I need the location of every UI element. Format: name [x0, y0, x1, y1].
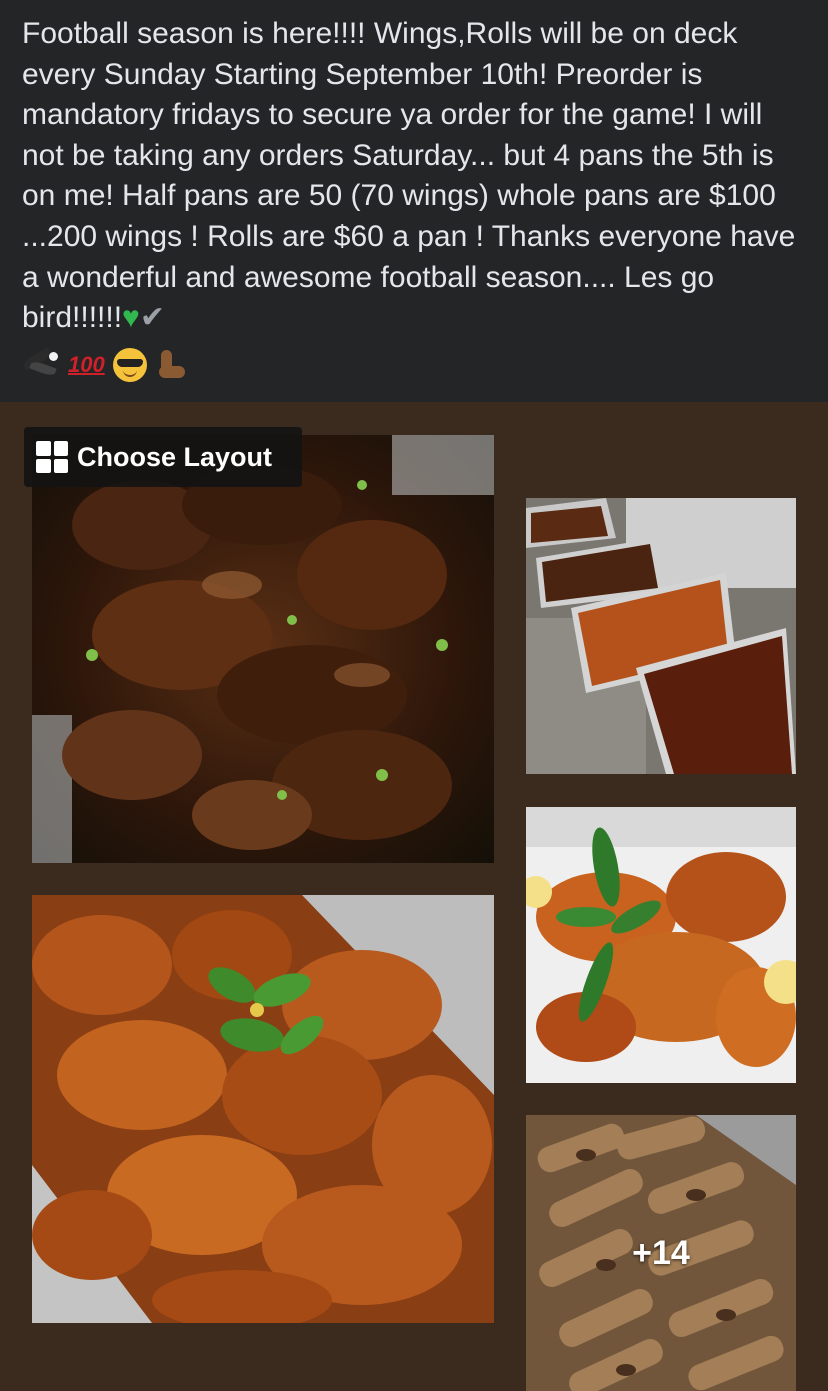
check-mark-icon: ✔	[139, 301, 165, 335]
photo-buffalo-wings[interactable]	[526, 807, 796, 1083]
post-message: Football season is here!!!! Wings,Rolls …	[22, 17, 796, 335]
green-heart-icon: ♥	[122, 301, 140, 335]
hundred-points-icon: 100	[68, 351, 105, 377]
choose-layout-label: Choose Layout	[77, 441, 273, 472]
choose-layout-button[interactable]: Choose Layout	[24, 427, 302, 487]
photo-wings-pan[interactable]	[32, 895, 494, 1323]
sunglasses-face-icon	[112, 347, 147, 382]
emoji-row: 100	[21, 345, 808, 385]
post-text-panel: Football season is here!!!! Wings,Rolls …	[0, 0, 828, 402]
photo-egg-rolls[interactable]: +14	[526, 1115, 796, 1391]
post-body: Football season is here!!!! Wings,Rolls …	[22, 14, 808, 339]
eagle-icon	[21, 346, 60, 380]
photo-jerk-wings[interactable]	[32, 435, 494, 863]
grid-layout-icon	[36, 441, 68, 473]
flexed-biceps-icon	[155, 348, 189, 382]
more-photos-count: +14	[632, 1233, 690, 1272]
photo-trays[interactable]	[526, 498, 796, 774]
